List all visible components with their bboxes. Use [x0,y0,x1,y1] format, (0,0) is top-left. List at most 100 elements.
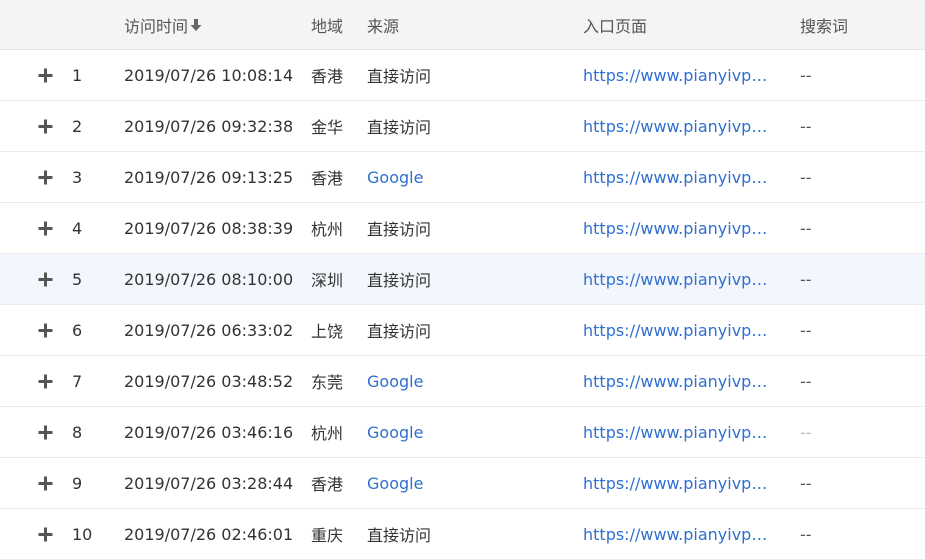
table-row[interactable]: 5 2019/07/26 08:10:00 深圳 直接访问 https://ww… [0,254,925,305]
column-header-keyword: 搜索词 [800,16,849,36]
column-header-landing-page: 入口页面 [583,16,648,36]
expand-button[interactable] [38,509,58,559]
table-row[interactable]: 6 2019/07/26 06:33:02 上饶 直接访问 https://ww… [0,305,925,356]
visit-time: 2019/07/26 08:38:39 [124,218,294,238]
landing-page-url[interactable]: https://www.pianyivps.c... [583,117,771,136]
row-index: 5 [72,269,83,289]
landing-page-link[interactable]: https://www.pianyivps.c... [583,356,783,406]
source-text: 直接访问 [367,322,432,341]
expand-button[interactable] [38,101,58,151]
landing-page-url[interactable]: https://www.pianyivps.com [583,525,771,544]
table-row[interactable]: 1 2019/07/26 10:08:14 香港 直接访问 https://ww… [0,50,925,101]
search-keyword: -- [800,269,812,289]
row-index: 9 [72,473,83,493]
plus-icon [38,374,53,388]
source-text: 直接访问 [367,118,432,137]
region: 香港 [311,169,344,188]
landing-page-url[interactable]: https://www.pianyivps.com [583,474,771,493]
expand-button[interactable] [38,407,58,457]
row-index: 6 [72,320,83,340]
table-row[interactable]: 7 2019/07/26 03:48:52 东莞 Google https://… [0,356,925,407]
landing-page-url[interactable]: https://www.pianyivps.c... [583,423,771,442]
search-keyword: -- [800,218,812,238]
landing-page-link[interactable]: https://www.pianyivps.c... [583,152,783,202]
expand-button[interactable] [38,50,58,100]
row-index: 4 [72,218,83,238]
table-row[interactable]: 10 2019/07/26 02:46:01 重庆 直接访问 https://w… [0,509,925,560]
landing-page-url[interactable]: https://www.pianyivps.c... [583,270,771,289]
table-row[interactable]: 4 2019/07/26 08:38:39 杭州 直接访问 https://ww… [0,203,925,254]
region: 香港 [311,67,344,86]
row-index: 8 [72,422,83,442]
landing-page-link[interactable]: https://www.pianyivps.com [583,458,783,508]
landing-page-url[interactable]: https://www.pianyivps.c... [583,321,771,340]
landing-page-link[interactable]: https://www.pianyivps.com [583,50,783,100]
landing-page-link[interactable]: https://www.pianyivps.com [583,203,783,253]
region: 香港 [311,475,344,494]
plus-icon [38,119,53,133]
expand-button[interactable] [38,203,58,253]
row-index: 1 [72,65,83,85]
expand-button[interactable] [38,254,58,304]
expand-button[interactable] [38,356,58,406]
landing-page-url[interactable]: https://www.pianyivps.com [583,219,771,238]
source-link[interactable]: Google [367,152,567,202]
expand-button[interactable] [38,152,58,202]
visit-time: 2019/07/26 02:46:01 [124,524,294,544]
landing-page-link[interactable]: https://www.pianyivps.c... [583,305,783,355]
region: 金华 [311,118,344,137]
source-text: 直接访问 [367,220,432,239]
row-index: 7 [72,371,83,391]
column-header-visit-time[interactable]: 访问时间 [124,0,304,49]
plus-icon [38,221,53,235]
landing-page-link[interactable]: https://www.pianyivps.c... [583,101,783,151]
search-keyword: -- [800,167,812,187]
landing-page-link[interactable]: https://www.pianyivps.c... [583,254,783,304]
landing-page-url[interactable]: https://www.pianyivps.c... [583,168,771,187]
source-link[interactable]: Google [367,458,567,508]
search-keyword: -- [800,473,812,493]
region: 杭州 [311,220,344,239]
table-row[interactable]: 3 2019/07/26 09:13:25 香港 Google https://… [0,152,925,203]
source-link[interactable]: Google [367,356,567,406]
visit-time-label: 访问时间 [124,16,189,36]
region: 东莞 [311,373,344,392]
landing-page-link[interactable]: https://www.pianyivps.c... [583,407,783,457]
search-keyword: -- [800,116,812,136]
table-row[interactable]: 2 2019/07/26 09:32:38 金华 直接访问 https://ww… [0,101,925,152]
region: 上饶 [311,322,344,341]
plus-icon [38,323,53,337]
visit-time: 2019/07/26 03:46:16 [124,422,294,442]
table-row[interactable]: 8 2019/07/26 03:46:16 杭州 Google https://… [0,407,925,458]
visit-time: 2019/07/26 09:32:38 [124,116,294,136]
source-text: 直接访问 [367,526,432,545]
expand-button[interactable] [38,305,58,355]
source-link[interactable]: Google [367,407,567,457]
row-index: 2 [72,116,83,136]
visit-time: 2019/07/26 08:10:00 [124,269,294,289]
plus-icon [38,68,53,82]
row-index: 3 [72,167,83,187]
landing-page-link[interactable]: https://www.pianyivps.com [583,509,783,559]
plus-icon [38,272,53,286]
visit-time: 2019/07/26 09:13:25 [124,167,294,187]
landing-page-url[interactable]: https://www.pianyivps.com [583,66,771,85]
region: 深圳 [311,271,344,290]
region: 杭州 [311,424,344,443]
table-body: 1 2019/07/26 10:08:14 香港 直接访问 https://ww… [0,50,925,560]
search-keyword: -- [800,65,812,85]
plus-icon [38,425,53,439]
visit-time: 2019/07/26 03:28:44 [124,473,294,493]
plus-icon [38,476,53,490]
visitor-table: 访问时间 地域 来源 入口页面 搜索词 1 2019/07/26 10:08:1… [0,0,925,560]
source-text: 直接访问 [367,271,432,290]
plus-icon [38,170,53,184]
landing-page-url[interactable]: https://www.pianyivps.c... [583,372,771,391]
table-row[interactable]: 9 2019/07/26 03:28:44 香港 Google https://… [0,458,925,509]
plus-icon [38,527,53,541]
arrow-down-icon[interactable] [189,18,203,32]
search-keyword: -- [800,524,812,544]
row-index: 10 [72,524,93,544]
expand-button[interactable] [38,458,58,508]
column-header-region: 地域 [311,16,344,36]
